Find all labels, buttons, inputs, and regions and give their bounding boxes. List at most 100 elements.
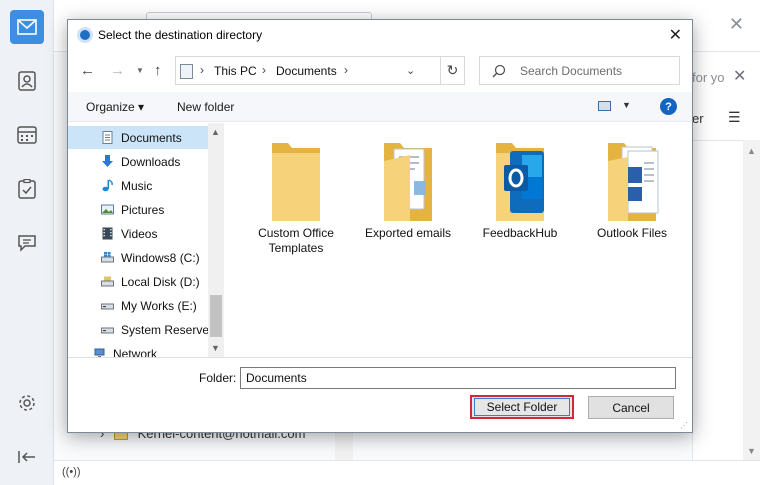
nav-item-my-works-e[interactable]: My Works (E:) [68, 294, 208, 317]
folder-label: Folder: [199, 371, 237, 385]
app-logo-icon [77, 27, 93, 43]
refresh-button[interactable]: ↻ [440, 56, 465, 85]
this-pc-icon [180, 64, 193, 79]
clipboard-check-icon [18, 179, 36, 199]
nav-item-videos[interactable]: Videos [68, 222, 208, 245]
breadcrumb-documents[interactable]: Documents [276, 64, 337, 78]
chat-nav-button[interactable] [10, 226, 44, 260]
recent-locations-chevron-icon[interactable]: ▼ [136, 66, 144, 75]
cancel-button[interactable]: Cancel [588, 396, 674, 419]
app-sidebar [0, 0, 54, 485]
background-scrollbar[interactable] [743, 140, 760, 460]
background-filter-icon[interactable]: ☰ [728, 109, 741, 126]
background-tree-scrollbar[interactable] [335, 430, 353, 460]
mail-nav-button[interactable] [10, 10, 44, 44]
nav-item-label: Downloads [121, 155, 181, 169]
file-item-feedbackhub[interactable]: FeedbackHub [464, 123, 576, 263]
drive-icon [101, 327, 114, 334]
scroll-down-icon[interactable]: ▼ [211, 343, 220, 353]
up-arrow-icon[interactable]: ↑ [154, 62, 162, 79]
breadcrumb-separator[interactable]: › [344, 63, 348, 77]
search-box[interactable]: Search Documents [479, 56, 680, 85]
nav-item-label: Videos [121, 227, 158, 241]
background-scroll-up-icon[interactable]: ▲ [747, 146, 756, 156]
address-bar[interactable]: › This PC › Documents › ⌄ [175, 56, 465, 85]
background-close-icon[interactable]: ✕ [729, 14, 744, 35]
new-folder-button[interactable]: New folder [177, 100, 234, 114]
breadcrumb-this-pc[interactable]: This PC [214, 64, 257, 78]
settings-nav-button[interactable] [10, 386, 44, 420]
nav-item-music[interactable]: Music [68, 174, 208, 197]
file-label: Custom Office Templates [258, 226, 334, 255]
drive-icon [101, 303, 114, 310]
nav-item-label: System Reserved [121, 323, 216, 337]
help-button[interactable]: ? [660, 98, 677, 115]
nav-item-label: Documents [121, 131, 182, 145]
file-item-exported-emails[interactable]: Exported emails [352, 123, 464, 263]
collapse-left-icon [18, 451, 35, 463]
folder-outlook-icon [496, 143, 544, 221]
nav-item-label: Local Disk (D:) [121, 275, 200, 289]
search-icon [492, 64, 506, 78]
nav-item-system-reserved[interactable]: System Reserved [68, 318, 216, 341]
change-view-button[interactable]: ▼ [598, 99, 634, 115]
scroll-up-icon[interactable]: ▲ [211, 127, 220, 137]
file-item-custom-office-templates[interactable]: Custom Office Templates [240, 123, 352, 263]
nav-item-downloads[interactable]: Downloads [68, 150, 208, 173]
refresh-icon: ↻ [446, 62, 459, 78]
background-peek-text-2: er [692, 111, 704, 126]
organize-menu-button[interactable]: Organize ▾ [86, 100, 144, 114]
nav-item-label: My Works (E:) [121, 299, 197, 313]
tasks-nav-button[interactable] [10, 172, 44, 206]
select-folder-button[interactable]: Select Folder [470, 395, 574, 419]
connection-icon: ((•)) [62, 466, 81, 478]
nav-item-label: Pictures [121, 203, 165, 217]
command-bar: Organize ▾ New folder ▼ ? [68, 92, 692, 122]
dialog-close-button[interactable]: ✕ [669, 25, 682, 45]
folder-documents-icon [384, 143, 432, 221]
file-label: FeedbackHub [482, 226, 558, 240]
back-arrow-icon[interactable]: ← [80, 62, 95, 79]
nav-item-local-disk-d[interactable]: Local Disk (D:) [68, 270, 208, 293]
navigation-scrollbar[interactable]: ▲ ▼ [208, 123, 224, 357]
breadcrumb-separator[interactable]: › [200, 63, 204, 77]
select-folder-label: Select Folder [474, 398, 570, 416]
breadcrumb-separator[interactable]: › [262, 63, 266, 77]
nav-item-label: Music [121, 179, 153, 193]
scrollbar-thumb[interactable] [210, 295, 222, 337]
folder-name-input[interactable] [240, 367, 676, 389]
network-icon [94, 348, 105, 357]
nav-item-windows-c[interactable]: Windows8 (C:) [68, 246, 208, 269]
forward-arrow-icon[interactable]: → [110, 62, 125, 79]
nav-item-network[interactable]: Network [68, 342, 208, 357]
calendar-icon [17, 126, 37, 144]
background-peek-close-icon[interactable]: ✕ [733, 66, 746, 86]
navigation-pane: Documents Downloads Music Pictures Video… [68, 123, 224, 357]
nav-item-label: Windows8 (C:) [121, 251, 200, 265]
file-item-outlook-files[interactable]: Outlook Files [576, 123, 688, 263]
contacts-nav-button[interactable] [10, 64, 44, 98]
footer-divider [68, 357, 692, 358]
calendar-nav-button[interactable] [10, 118, 44, 152]
downloads-icon [102, 155, 113, 167]
file-label: Outlook Files [596, 226, 668, 240]
nav-item-label: Network [113, 347, 158, 357]
dialog-title: Select the destination directory [98, 28, 263, 42]
gear-icon [19, 395, 35, 411]
music-icon [102, 179, 113, 192]
nav-item-documents[interactable]: Documents [68, 126, 208, 149]
background-scroll-down-icon[interactable]: ▼ [747, 446, 756, 456]
drive-c-icon [101, 252, 114, 263]
background-peek-text: for yo [692, 70, 725, 85]
file-list: Custom Office Templates Exported emails [225, 123, 692, 357]
search-placeholder: Search Documents [520, 64, 623, 78]
chat-icon [18, 235, 36, 252]
resize-grip-icon[interactable]: ⋰ [680, 421, 690, 431]
background-status-bar [54, 460, 760, 485]
view-icon [598, 101, 611, 111]
collapse-sidebar-button[interactable] [10, 440, 44, 474]
address-history-chevron-icon[interactable]: ⌄ [406, 64, 415, 77]
documents-icon [102, 131, 113, 144]
nav-item-pictures[interactable]: Pictures [68, 198, 208, 221]
mail-icon [17, 19, 37, 35]
